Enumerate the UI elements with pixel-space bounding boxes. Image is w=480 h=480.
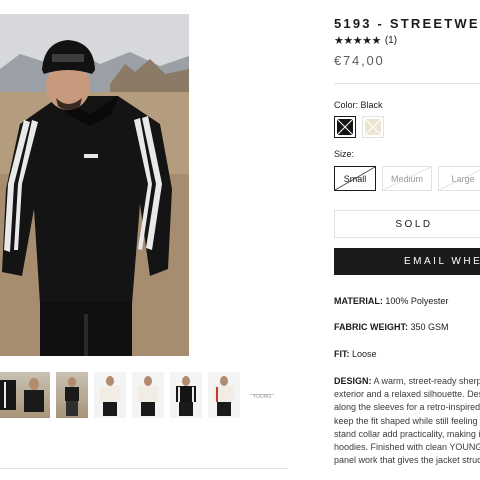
unavailable-strike-icon bbox=[383, 167, 431, 190]
star-icon: ★★★★★ bbox=[334, 35, 381, 47]
thumbnail-strip: YOUNG bbox=[0, 372, 300, 420]
thumbnail-7[interactable] bbox=[208, 372, 240, 418]
thumbnail-1[interactable] bbox=[0, 372, 18, 418]
description-line: DESIGN: A warm, street-ready sherp bbox=[334, 375, 480, 388]
description-line: stand collar add practicality, making i bbox=[334, 428, 480, 439]
thumbnail-4[interactable] bbox=[94, 372, 126, 418]
thumbnail-image bbox=[138, 376, 158, 416]
product-photo-illustration bbox=[0, 14, 189, 356]
spec-fit: FIT: Loose bbox=[334, 349, 377, 359]
product-price: €74,00 bbox=[334, 53, 385, 68]
size-option-medium[interactable]: Medium bbox=[382, 166, 432, 191]
spec-material: MATERIAL: 100% Polyester bbox=[334, 296, 448, 306]
description-text: A warm, street-ready sherp bbox=[373, 376, 480, 386]
review-count: (1) bbox=[384, 35, 398, 46]
thumbnail-image bbox=[214, 376, 234, 416]
spec-value: 100% Polyester bbox=[385, 296, 449, 306]
thumbnail-image bbox=[65, 377, 79, 416]
description-key: DESIGN: bbox=[334, 376, 372, 386]
thumbnail-image bbox=[24, 378, 44, 412]
description-line: exterior and a relaxed silhouette. Des bbox=[334, 389, 480, 400]
product-description: DESIGN: A warm, street-ready sherp exter… bbox=[334, 375, 480, 467]
spec-fabric-weight: FABRIC WEIGHT: 350 GSM bbox=[334, 322, 449, 332]
thumbnail-6[interactable] bbox=[170, 372, 202, 418]
size-option-large[interactable]: Large bbox=[438, 166, 480, 191]
thumbnail-logo-text: YOUNG bbox=[253, 394, 271, 400]
thumbnail-image bbox=[100, 376, 120, 416]
unavailable-strike-icon bbox=[365, 119, 381, 135]
description-line: hoodies. Finished with clean YOUNG bbox=[334, 442, 480, 453]
gallery-divider bbox=[0, 468, 288, 469]
thumbnail-2[interactable] bbox=[18, 372, 50, 418]
description-line: along the sleeves for a retro-inspired bbox=[334, 402, 480, 413]
spec-value: Loose bbox=[352, 349, 377, 359]
thumbnail-image bbox=[0, 380, 16, 410]
sold-out-button[interactable]: SOLD bbox=[334, 210, 480, 238]
price-divider bbox=[334, 83, 480, 84]
thumbnail-3[interactable] bbox=[56, 372, 88, 418]
color-label: Color: Black bbox=[334, 100, 383, 110]
unavailable-strike-icon bbox=[335, 167, 375, 190]
thumbnail-8[interactable]: YOUNG bbox=[246, 372, 278, 418]
spec-key: MATERIAL: bbox=[334, 296, 383, 306]
spec-value: 350 GSM bbox=[410, 322, 449, 332]
size-option-small[interactable]: Small bbox=[334, 166, 376, 191]
product-info-panel: 5193 - STREETWEAR ★★★★★ (1) €74,00 Color… bbox=[334, 0, 480, 480]
unavailable-strike-icon bbox=[439, 169, 480, 190]
unavailable-strike-icon bbox=[337, 119, 353, 135]
color-swatch-black[interactable] bbox=[334, 116, 356, 138]
description-line: panel work that gives the jacket struc bbox=[334, 455, 480, 466]
spec-key: FABRIC WEIGHT: bbox=[334, 322, 408, 332]
size-label: Size: bbox=[334, 149, 355, 159]
thumbnail-image: YOUNG bbox=[250, 394, 274, 400]
product-main-image[interactable] bbox=[0, 14, 189, 356]
thumbnail-image bbox=[176, 376, 196, 416]
product-rating[interactable]: ★★★★★ (1) bbox=[334, 34, 397, 47]
email-when-available-button[interactable]: EMAIL WHEN bbox=[334, 248, 480, 275]
spec-key: FIT: bbox=[334, 349, 350, 359]
product-title: 5193 - STREETWEAR bbox=[334, 16, 480, 31]
description-line: keep the fit shaped while still feeling bbox=[334, 415, 478, 426]
color-swatch-cream[interactable] bbox=[362, 116, 384, 138]
thumbnail-5[interactable] bbox=[132, 372, 164, 418]
